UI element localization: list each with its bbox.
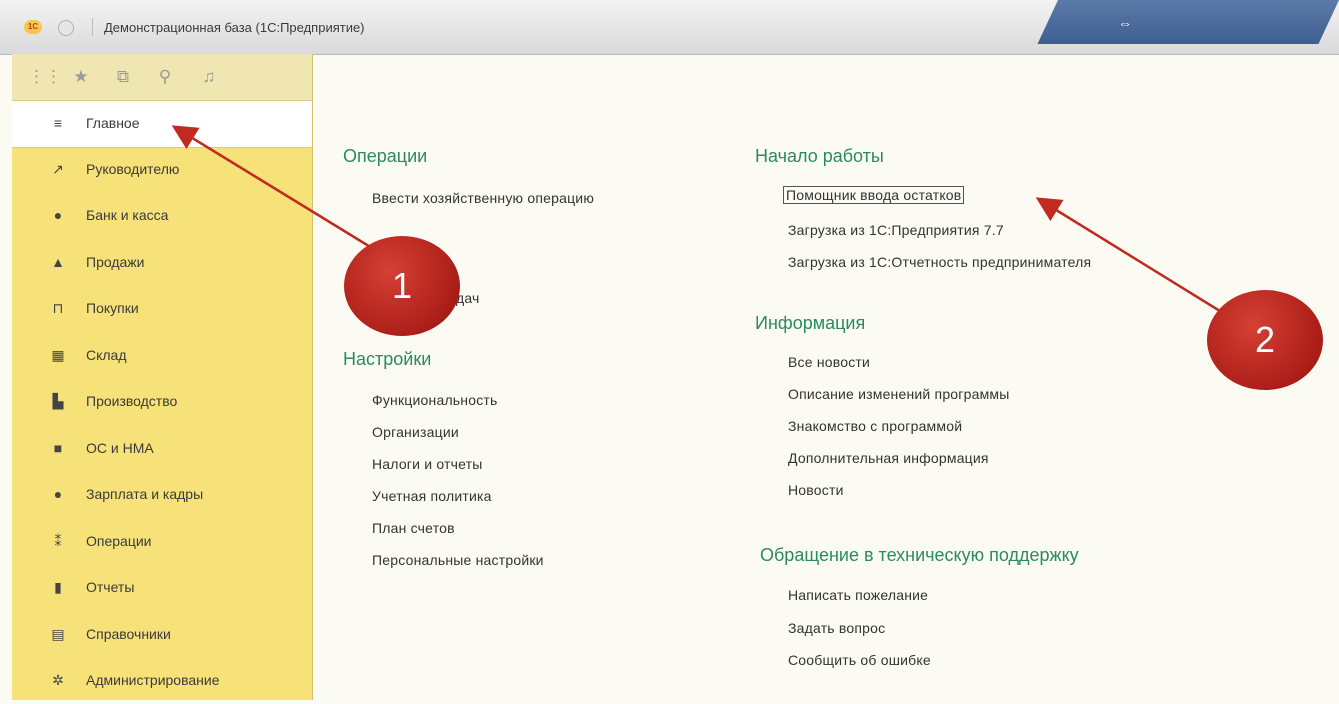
search-icon[interactable]: ⚲ <box>154 66 176 88</box>
link-import-entrepreneur[interactable]: Загрузка из 1С:Отчетность предпринимател… <box>788 254 1091 270</box>
link-news[interactable]: Новости <box>788 482 844 498</box>
link-report-error[interactable]: Сообщить об ошибке <box>788 652 931 668</box>
truck-icon: ■ <box>53 439 63 456</box>
title-accent-band <box>1037 0 1339 44</box>
section-heading-support: Обращение в техническую поддержку <box>760 545 1079 565</box>
sidebar-item[interactable]: ✲ Администрирование <box>12 658 312 704</box>
book-icon: ▤ <box>51 625 65 642</box>
link-changes[interactable]: Описание изменений программы <box>788 386 1009 402</box>
link-extra-info[interactable]: Дополнительная информация <box>788 450 989 466</box>
sidebar-item[interactable]: ↗ Руководителю <box>12 147 312 193</box>
link-import-1c77[interactable]: Загрузка из 1С:Предприятия 7.7 <box>788 222 1004 238</box>
sidebar-item-label: Отчеты <box>86 579 135 595</box>
link-enter-operation[interactable]: Ввести хозяйственную операцию <box>372 190 594 206</box>
link-organizations[interactable]: Организации <box>372 424 459 440</box>
sidebar-item[interactable]: ● Зарплата и кадры <box>12 472 312 518</box>
callout-2: 2 <box>1207 290 1323 390</box>
link-personal-settings[interactable]: Персональные настройки <box>372 552 544 568</box>
sidebar-item[interactable]: ≡ Главное <box>12 100 312 148</box>
callout-1: 1 <box>344 236 460 336</box>
sidebar-item[interactable]: ■ ОС и НМА <box>12 426 312 472</box>
sidebar-item-label: Продажи <box>86 253 145 270</box>
link-accounting-policy[interactable]: Учетная политика <box>372 488 492 504</box>
sidebar-item[interactable]: ⊓ Покупки <box>12 286 312 332</box>
sidebar-item-label: Руководителю <box>86 160 180 177</box>
menu-lines-icon: ≡ <box>53 115 63 131</box>
sidebar-item-label: Справочники <box>86 625 171 642</box>
sidebar: ⋮⋮ ★ ⧉ ⚲ ♫ ≡ Главное ↗ Руководителю ● Банк и … <box>12 54 313 700</box>
gear-icon: ✲ <box>52 672 64 688</box>
sidebar-item-label: ОС и НМА <box>86 439 154 456</box>
link-balance-wizard[interactable]: Помощник ввода остатков <box>782 186 965 204</box>
factory-icon: ▙ <box>52 393 64 409</box>
link-all-news[interactable]: Все новости <box>788 354 870 370</box>
person-icon: ● <box>53 486 63 502</box>
sidebar-item-label: Производство <box>86 393 178 409</box>
section-heading-settings: Настройки <box>343 349 432 369</box>
sidebar-item-label: Операции <box>86 532 152 549</box>
link-chart-of-accounts[interactable]: План счетов <box>372 520 455 536</box>
sidebar-item-label: Администрирование <box>86 672 220 688</box>
sidebar-item-label: Главное <box>86 115 140 131</box>
link-functionality[interactable]: Функциональность <box>372 392 498 408</box>
link-tasks-partial[interactable]: дач <box>456 290 480 306</box>
money-icon: ● <box>53 207 63 223</box>
app-logo: 1C <box>24 20 42 34</box>
link-ask-question[interactable]: Задать вопрос <box>788 620 885 636</box>
link-suggest[interactable]: Написать пожелание <box>788 587 928 603</box>
sidebar-item[interactable]: ▲ Продажи <box>12 240 312 286</box>
sidebar-item[interactable]: ▦ Склад <box>12 333 312 379</box>
section-heading-start: Начало работы <box>755 146 884 166</box>
sidebar-item-label: Склад <box>86 346 127 363</box>
bag-icon: ▲ <box>51 253 65 270</box>
sidebar-item[interactable]: ⁑ Операции <box>12 519 312 565</box>
menu-circle-button[interactable] <box>58 20 74 36</box>
history-icon[interactable]: ⧉ <box>112 66 134 88</box>
sidebar-item-label: Банк и касса <box>86 207 169 223</box>
section-heading-operations: Операции <box>343 146 428 166</box>
trend-icon: ↗ <box>52 160 64 177</box>
section-heading-info: Информация <box>755 313 866 333</box>
star-icon[interactable]: ★ <box>70 66 92 88</box>
sidebar-item-label: Покупки <box>86 300 139 316</box>
bar-chart-icon: ▮ <box>54 579 62 595</box>
operations-icon: ⁑ <box>54 532 62 549</box>
sidebar-item[interactable]: ▙ Производство <box>12 379 312 425</box>
link-taxes-reports[interactable]: Налоги и отчеты <box>372 456 483 472</box>
cart-icon: ⊓ <box>52 300 64 316</box>
warehouse-icon: ▦ <box>51 346 65 363</box>
window-control-icon[interactable]: ⇔ <box>1114 14 1136 32</box>
separator <box>92 18 93 36</box>
title-bar: 1C Демонстрационная база (1С:Предприятие… <box>0 0 1339 55</box>
link-intro[interactable]: Знакомство с программой <box>788 418 962 434</box>
sidebar-item-label: Зарплата и кадры <box>86 486 204 502</box>
apps-grid-icon[interactable]: ⋮⋮ <box>28 66 62 88</box>
sidebar-toolbar: ⋮⋮ ★ ⧉ ⚲ ♫ <box>12 54 312 101</box>
sidebar-item[interactable]: ▮ Отчеты <box>12 565 312 611</box>
bell-icon[interactable]: ♫ <box>198 66 220 88</box>
window-title: Демонстрационная база (1С:Предприятие) <box>104 20 365 35</box>
sidebar-item[interactable]: ▤ Справочники <box>12 612 312 658</box>
sidebar-item[interactable]: ● Банк и касса <box>12 193 312 239</box>
